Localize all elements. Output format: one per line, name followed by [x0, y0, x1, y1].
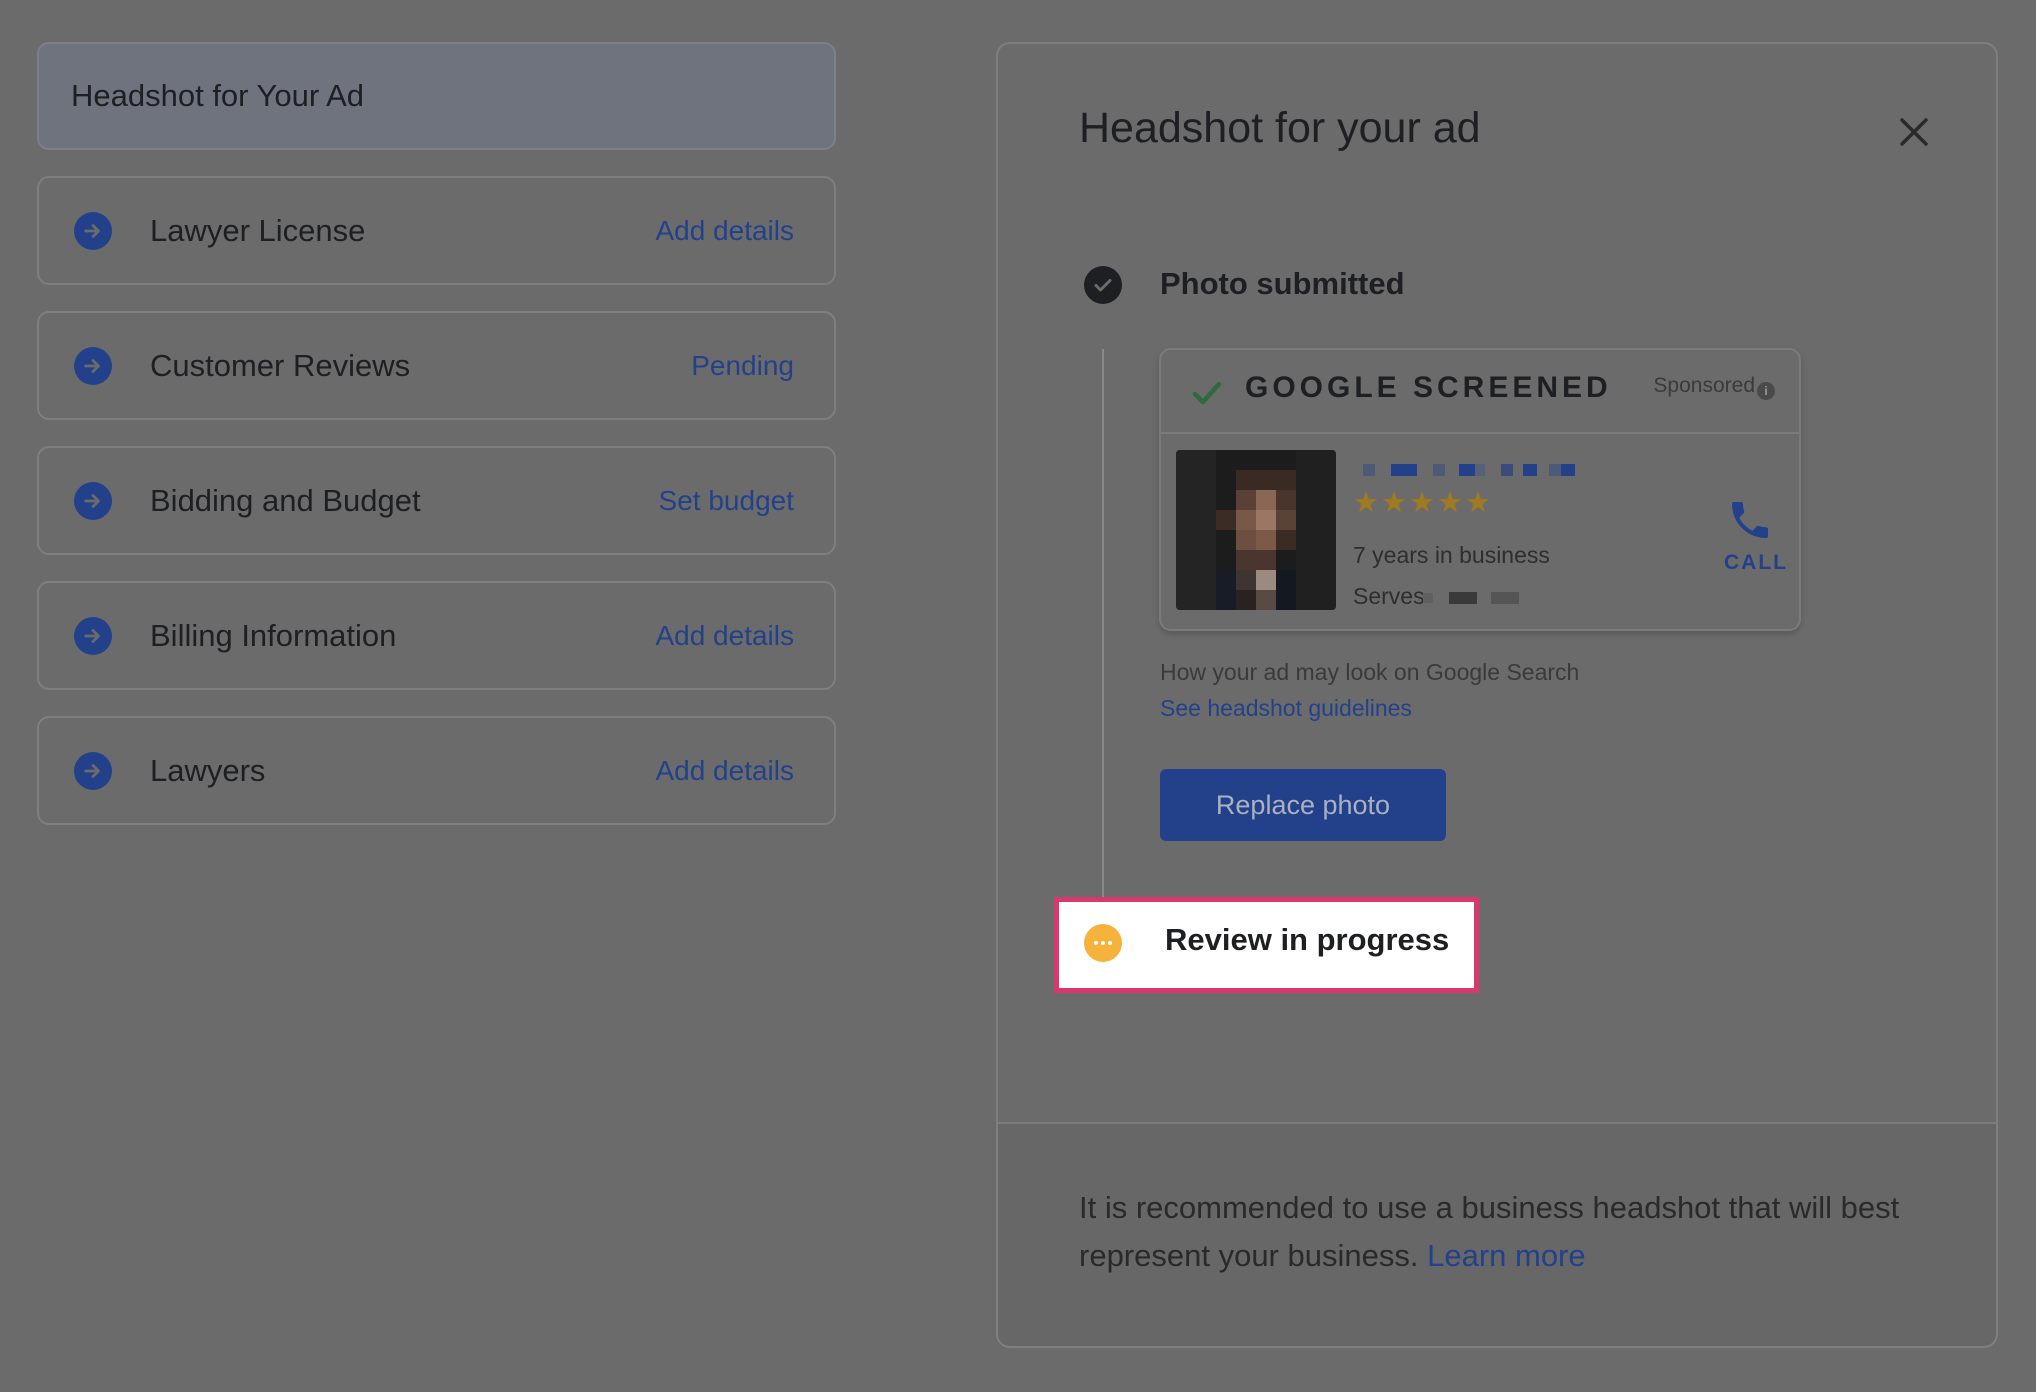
phone-icon[interactable]	[1726, 496, 1774, 544]
add-details-link[interactable]: Add details	[655, 755, 794, 787]
arrow-right-circle-icon	[74, 751, 112, 790]
google-screened-label: GOOGLE SCREENED	[1245, 371, 1612, 404]
ad-card-header: GOOGLE SCREENED Sponsored i	[1161, 350, 1799, 434]
checklist-item-bidding-budget[interactable]: Bidding and Budget Set budget	[37, 446, 836, 555]
step-photo-submitted: Photo submitted	[1160, 266, 1405, 301]
call-button[interactable]: CALL	[1724, 551, 1788, 575]
panel-title: Headshot for your ad	[1079, 104, 1481, 152]
checklist-item-headshot[interactable]: Headshot for Your Ad	[37, 42, 836, 150]
info-icon[interactable]: i	[1757, 382, 1775, 400]
serves-label: Serves	[1353, 583, 1425, 609]
checklist-item-label: Bidding and Budget	[150, 482, 421, 518]
blurred-business-name	[1363, 464, 1575, 476]
preview-caption: How your ad may look on Google Search	[1160, 659, 1580, 685]
replace-photo-button[interactable]: Replace photo	[1160, 769, 1446, 841]
arrow-right-circle-icon	[74, 616, 112, 655]
footer-recommendation: It is recommended to use a business head…	[1079, 1184, 1909, 1280]
checklist-item-label: Customer Reviews	[150, 347, 411, 383]
checklist-item-billing-information[interactable]: Billing Information Add details	[37, 581, 836, 690]
checklist-item-label: Lawyer License	[150, 212, 366, 248]
learn-more-link[interactable]: Learn more	[1427, 1238, 1586, 1273]
pending-status-link[interactable]: Pending	[691, 350, 794, 382]
checklist-item-customer-reviews[interactable]: Customer Reviews Pending	[37, 311, 836, 420]
checkmark-icon	[1191, 377, 1223, 409]
checklist-item-label: Billing Information	[150, 617, 397, 653]
set-budget-link[interactable]: Set budget	[659, 485, 794, 517]
ad-preview-card: GOOGLE SCREENED Sponsored i ★★★★★ 7 year…	[1159, 348, 1801, 631]
add-details-link[interactable]: Add details	[655, 620, 794, 652]
close-icon[interactable]	[1894, 112, 1934, 152]
add-details-link[interactable]: Add details	[655, 215, 794, 247]
rating-stars: ★★★★★	[1353, 487, 1493, 519]
setup-checklist: Headshot for Your Ad Lawyer License Add …	[37, 42, 836, 825]
check-circle-icon	[1084, 266, 1122, 304]
arrow-right-circle-icon	[74, 481, 112, 520]
headshot-guidelines-link[interactable]: See headshot guidelines	[1160, 695, 1412, 722]
checklist-item-lawyer-license[interactable]: Lawyer License Add details	[37, 176, 836, 285]
checklist-item-label: Lawyers	[150, 752, 266, 788]
panel-footer: It is recommended to use a business head…	[998, 1122, 1996, 1346]
headshot-thumbnail	[1176, 450, 1336, 610]
sponsored-label: Sponsored	[1653, 374, 1755, 397]
arrow-right-circle-icon	[74, 346, 112, 385]
checklist-header-label: Headshot for Your Ad	[71, 78, 365, 113]
review-in-progress-highlight: Review in progress	[1054, 897, 1479, 993]
timeline-connector	[1102, 349, 1104, 949]
years-in-business: 7 years in business	[1353, 542, 1550, 568]
arrow-right-circle-icon	[74, 211, 112, 250]
blurred-service-area	[1423, 592, 1519, 604]
more-dots-icon	[1084, 924, 1122, 962]
step-review-in-progress: Review in progress	[1165, 922, 1450, 957]
headshot-panel: Headshot for your ad Photo submitted GOO…	[996, 42, 1998, 1348]
replace-photo-label: Replace photo	[1215, 789, 1391, 820]
checklist-item-lawyers[interactable]: Lawyers Add details	[37, 716, 836, 825]
